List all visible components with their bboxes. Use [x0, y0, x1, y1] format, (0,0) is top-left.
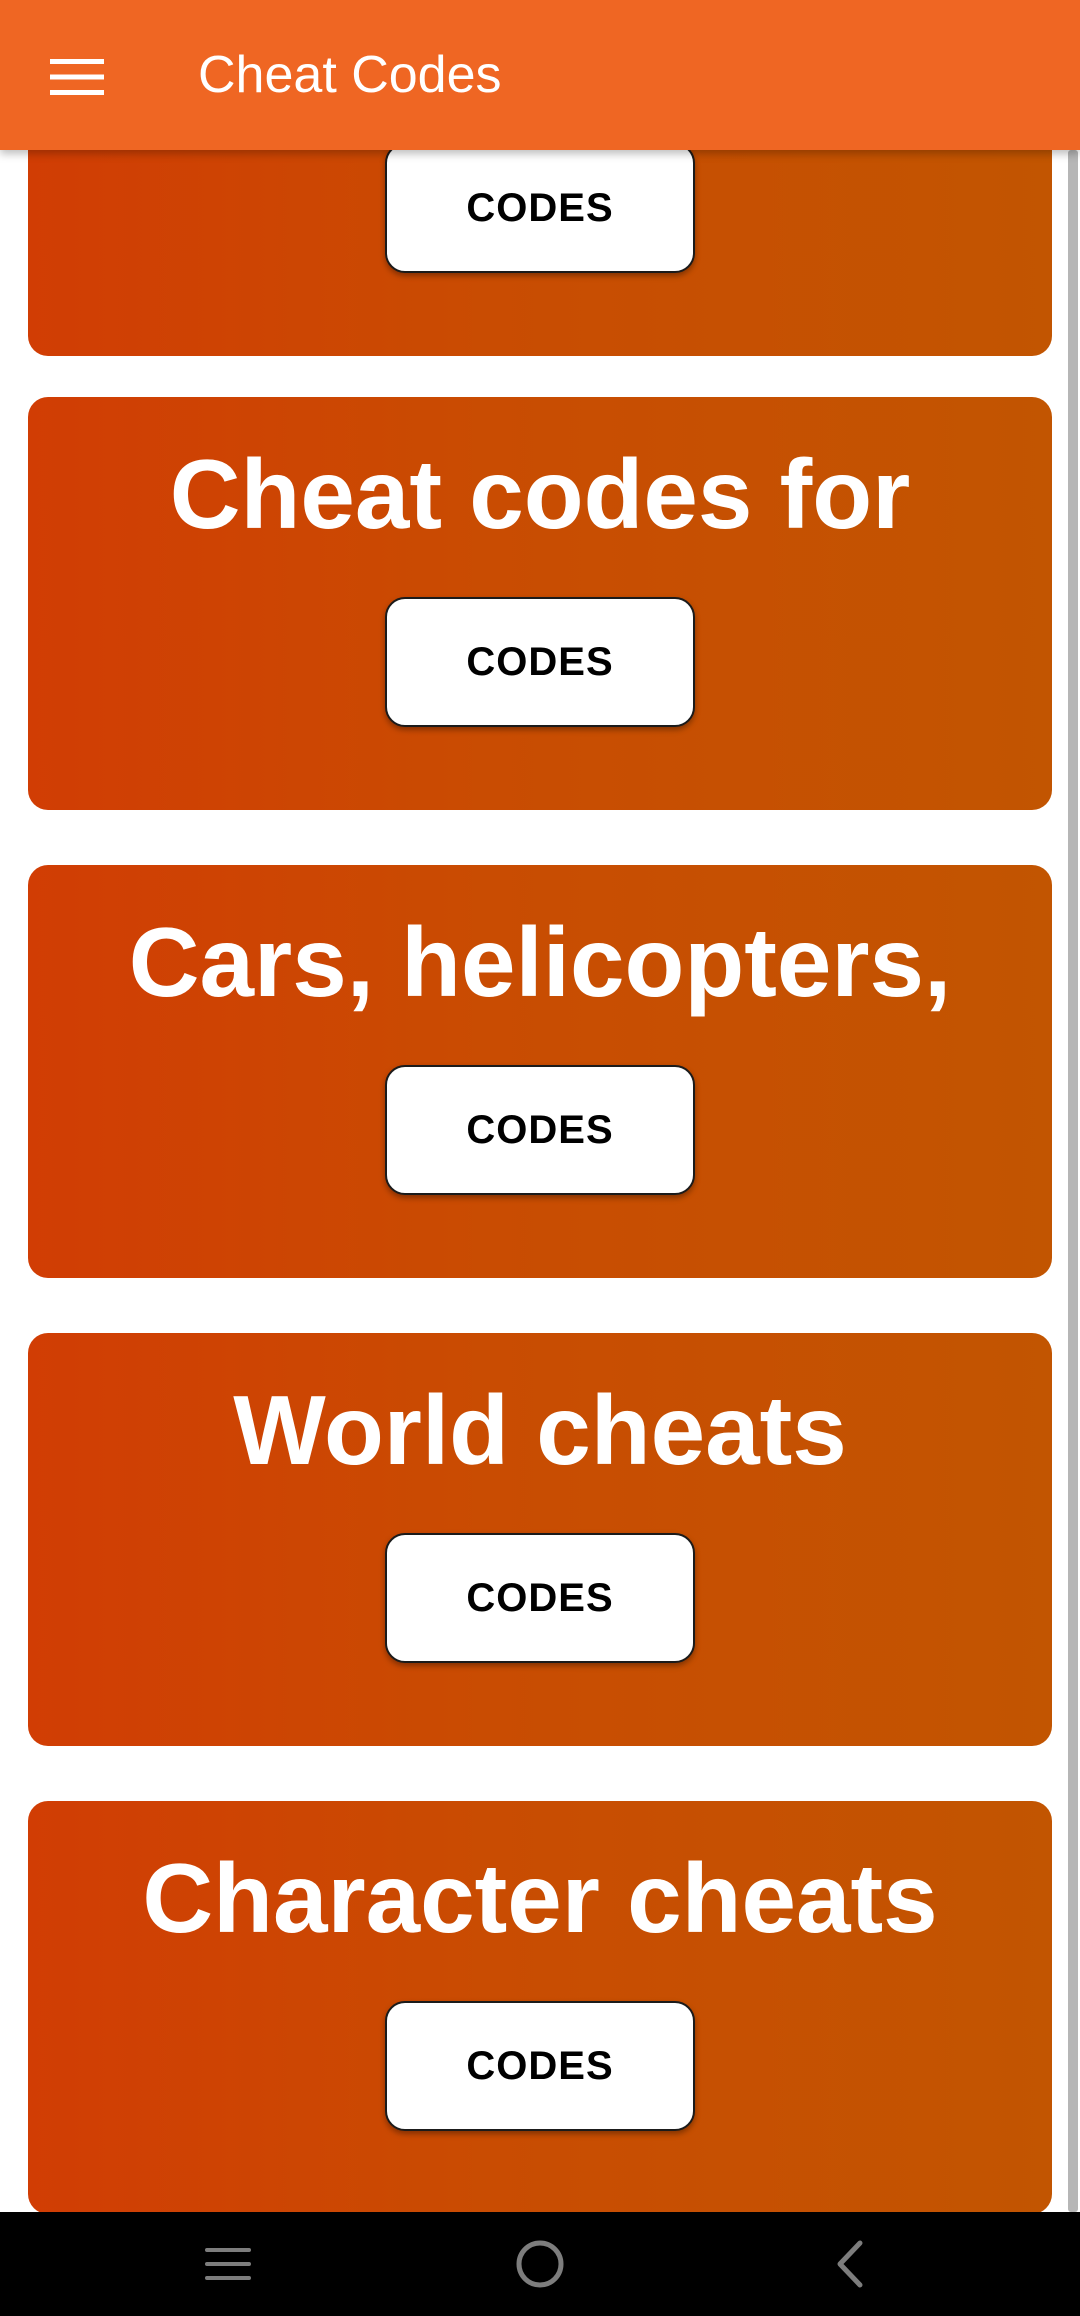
- category-card: Cheat codes for CODES: [28, 397, 1052, 810]
- app-bar: Cheat Codes: [0, 0, 1080, 150]
- recent-apps-button[interactable]: [183, 2234, 273, 2294]
- category-card: Cars, helicopters, CODES: [28, 865, 1052, 1278]
- category-card: CODES: [28, 150, 1052, 356]
- back-button[interactable]: [805, 2234, 895, 2294]
- category-title: World cheats: [233, 1375, 847, 1485]
- codes-button[interactable]: CODES: [385, 150, 695, 273]
- home-button[interactable]: [495, 2234, 585, 2294]
- codes-button[interactable]: CODES: [385, 2001, 695, 2131]
- menu-button[interactable]: [40, 40, 114, 114]
- category-card: Character cheats CODES: [28, 1801, 1052, 2212]
- category-title: Cheat codes for: [169, 439, 911, 549]
- home-icon: [516, 2240, 564, 2288]
- category-title: Character cheats: [142, 1843, 938, 1953]
- category-title: Cars, helicopters,: [128, 907, 952, 1017]
- app-title: Cheat Codes: [198, 46, 502, 104]
- scrollbar[interactable]: [1068, 150, 1078, 2212]
- codes-button[interactable]: CODES: [385, 1065, 695, 1195]
- system-navigation-bar: [0, 2212, 1080, 2316]
- back-icon: [837, 2240, 863, 2288]
- app-screen: Cheat Codes CODES Cheat codes for CODES …: [0, 0, 1080, 2316]
- category-card: World cheats CODES: [28, 1333, 1052, 1746]
- cheat-categories-list[interactable]: CODES Cheat codes for CODES Cars, helico…: [0, 150, 1080, 2212]
- codes-button[interactable]: CODES: [385, 597, 695, 727]
- hamburger-menu-icon: [50, 59, 104, 95]
- codes-button[interactable]: CODES: [385, 1533, 695, 1663]
- recent-apps-icon: [205, 2248, 251, 2280]
